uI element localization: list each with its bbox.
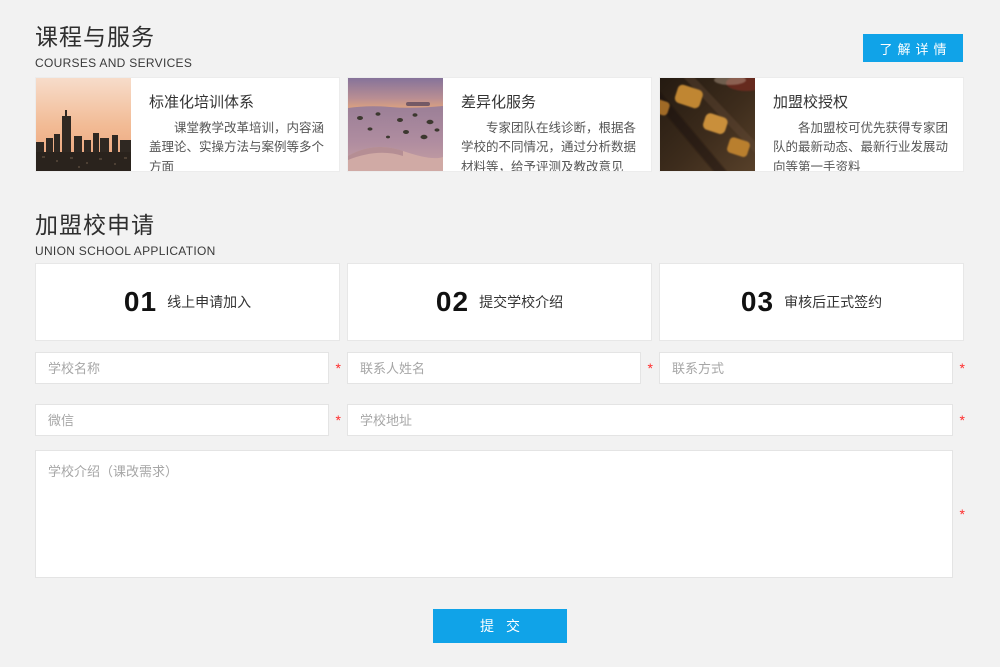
required-asterisk: * <box>955 404 965 436</box>
school-address-field-wrap: * <box>347 404 965 436</box>
learn-more-button[interactable]: 了解详情 <box>863 34 963 62</box>
course-card-desc: 各加盟校可优先获得专家团队的最新动态、最新行业发展动向等第一手资料 <box>773 119 951 172</box>
course-card-desc: 专家团队在线诊断，根据各学校的不同情况，通过分析数据材料等，给予评测及教改意见 <box>461 119 639 172</box>
course-card-franchise-authorization: 加盟校授权 各加盟校可优先获得专家团队的最新动态、最新行业发展动向等第一手资料 <box>659 77 964 172</box>
step-number: 03 <box>741 286 774 318</box>
required-asterisk: * <box>331 404 341 436</box>
submit-button[interactable]: 提交 <box>433 609 567 643</box>
contact-method-field-wrap: * <box>659 352 965 384</box>
contact-method-input[interactable] <box>659 352 953 384</box>
school-address-input[interactable] <box>347 404 953 436</box>
course-card-standardized-training: 标准化培训体系 课堂教学改革培训，内容涵盖理论、实操方法与案例等多个方面 <box>35 77 340 172</box>
course-card-differentiated-service: 差异化服务 专家团队在线诊断，根据各学校的不同情况，通过分析数据材料等，给予评测… <box>347 77 652 172</box>
step-card-apply-online: 01 线上申请加入 <box>35 263 340 341</box>
course-card-title: 差异化服务 <box>461 91 639 112</box>
city-skyline-sunset-photo <box>36 78 131 172</box>
application-section-header: 加盟校申请 UNION SCHOOL APPLICATION <box>35 206 216 258</box>
course-card-title: 标准化培训体系 <box>149 91 327 112</box>
step-number: 01 <box>124 286 157 318</box>
courses-section-subtitle: COURSES AND SERVICES <box>35 56 192 70</box>
school-name-field-wrap: * <box>35 352 341 384</box>
required-asterisk: * <box>643 352 653 384</box>
step-number: 02 <box>436 286 469 318</box>
required-asterisk: * <box>955 352 965 384</box>
wechat-field-wrap: * <box>35 404 341 436</box>
application-section-subtitle: UNION SCHOOL APPLICATION <box>35 244 216 258</box>
required-asterisk: * <box>331 352 341 384</box>
step-label: 审核后正式签约 <box>784 292 882 312</box>
school-intro-textarea[interactable] <box>35 450 953 578</box>
required-asterisk: * <box>955 498 965 530</box>
courses-section-header: 课程与服务 COURSES AND SERVICES <box>35 18 192 70</box>
courses-section-title: 课程与服务 <box>35 18 192 52</box>
wechat-input[interactable] <box>35 404 329 436</box>
course-card-desc: 课堂教学改革培训，内容涵盖理论、实操方法与案例等多个方面 <box>149 119 327 172</box>
step-label: 线上申请加入 <box>167 292 251 312</box>
step-label: 提交学校介绍 <box>479 292 563 312</box>
desert-dusk-photo <box>348 78 443 172</box>
contact-name-input[interactable] <box>347 352 641 384</box>
school-name-input[interactable] <box>35 352 329 384</box>
film-strip-photo <box>660 78 755 172</box>
school-intro-field-wrap: * <box>35 450 965 578</box>
step-card-sign-contract: 03 审核后正式签约 <box>659 263 964 341</box>
application-section-title: 加盟校申请 <box>35 206 216 240</box>
course-card-title: 加盟校授权 <box>773 91 951 112</box>
contact-name-field-wrap: * <box>347 352 653 384</box>
step-card-submit-intro: 02 提交学校介绍 <box>347 263 652 341</box>
